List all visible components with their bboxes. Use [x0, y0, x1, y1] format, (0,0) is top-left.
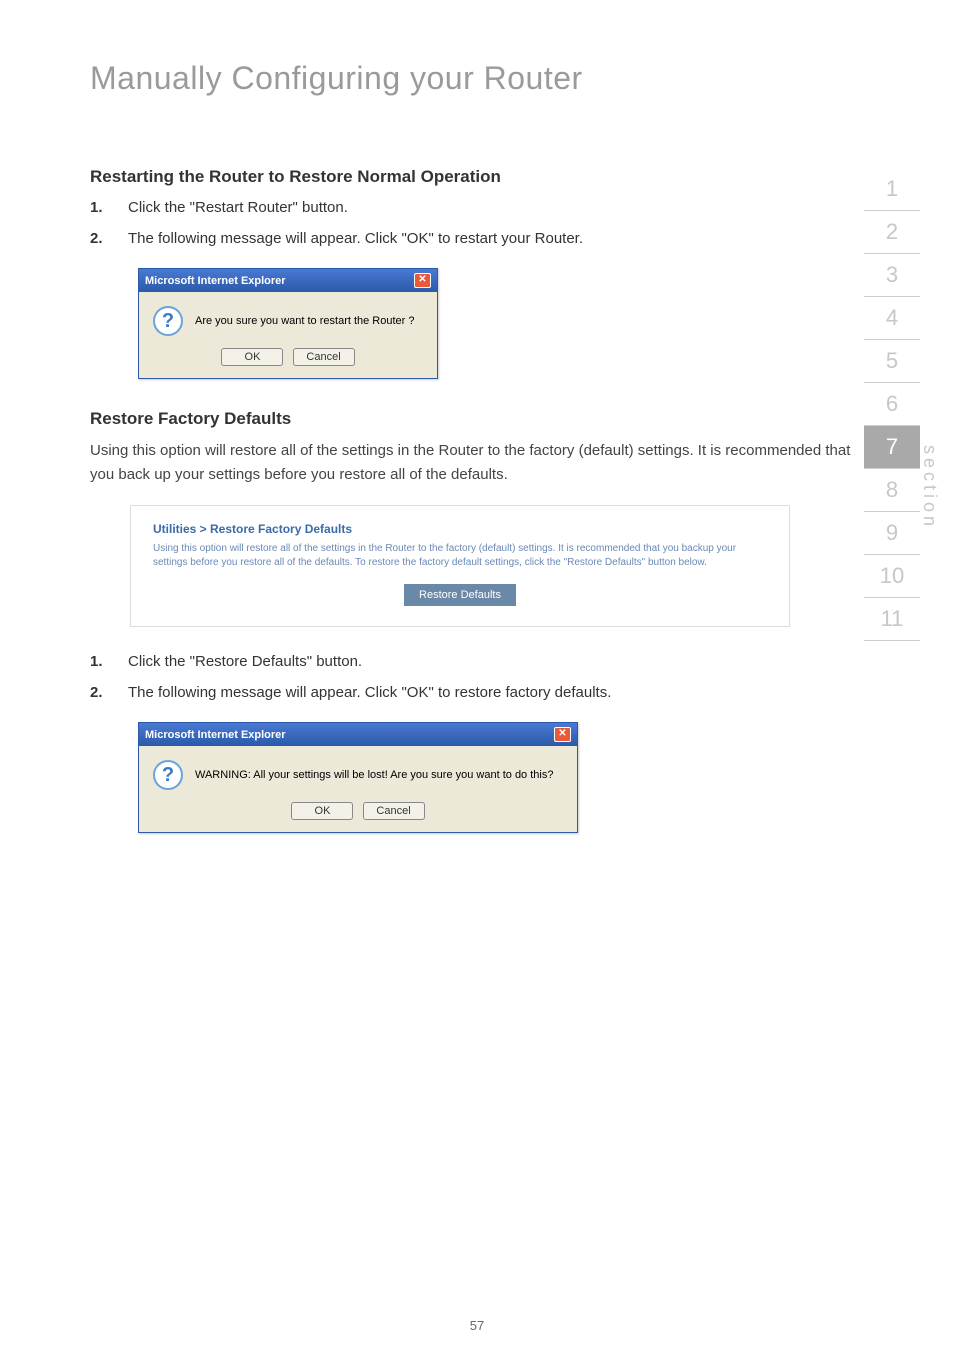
panel-title: Utilities > Restore Factory Defaults [153, 522, 767, 536]
section-nav-item-10[interactable]: 10 [864, 555, 920, 598]
dialog-title: Microsoft Internet Explorer [145, 275, 286, 287]
ok-button[interactable]: OK [221, 348, 283, 366]
section-nav-item-3[interactable]: 3 [864, 254, 920, 297]
section-label: section [919, 445, 940, 530]
dialog-titlebar: Microsoft Internet Explorer ✕ [139, 723, 577, 746]
restore-body-text: Using this option will restore all of th… [90, 439, 864, 487]
section-nav: 1234567891011 [864, 168, 920, 641]
restart-step-1: 1. Click the "Restart Router" button. [90, 197, 864, 220]
dialog-message: Are you sure you want to restart the Rou… [195, 315, 415, 327]
section-nav-item-7[interactable]: 7 [864, 426, 920, 469]
section-nav-item-5[interactable]: 5 [864, 340, 920, 383]
section-nav-item-2[interactable]: 2 [864, 211, 920, 254]
dialog-message: WARNING: All your settings will be lost!… [195, 769, 553, 781]
restore-defaults-panel: Utilities > Restore Factory Defaults Usi… [130, 505, 790, 627]
question-icon: ? [153, 306, 183, 336]
question-icon: ? [153, 760, 183, 790]
restore-step-2: 2. The following message will appear. Cl… [90, 682, 864, 705]
restore-heading: Restore Factory Defaults [90, 409, 864, 429]
dialog-titlebar: Microsoft Internet Explorer ✕ [139, 269, 437, 292]
restart-heading: Restarting the Router to Restore Normal … [90, 167, 864, 187]
restart-confirm-dialog: Microsoft Internet Explorer ✕ ? Are you … [138, 268, 438, 379]
restore-defaults-button[interactable]: Restore Defaults [404, 584, 516, 606]
step-number: 1. [90, 651, 128, 674]
step-number: 2. [90, 682, 128, 705]
step-number: 1. [90, 197, 128, 220]
page-number: 57 [0, 1318, 954, 1333]
section-nav-item-6[interactable]: 6 [864, 383, 920, 426]
restore-step-1: 1. Click the "Restore Defaults" button. [90, 651, 864, 674]
close-icon[interactable]: ✕ [554, 727, 571, 742]
restore-confirm-dialog: Microsoft Internet Explorer ✕ ? WARNING:… [138, 722, 578, 833]
step-text: Click the "Restore Defaults" button. [128, 651, 864, 674]
section-nav-item-9[interactable]: 9 [864, 512, 920, 555]
step-number: 2. [90, 228, 128, 251]
ok-button[interactable]: OK [291, 802, 353, 820]
step-text: Click the "Restart Router" button. [128, 197, 864, 220]
panel-description: Using this option will restore all of th… [153, 542, 767, 570]
close-icon[interactable]: ✕ [414, 273, 431, 288]
section-nav-item-4[interactable]: 4 [864, 297, 920, 340]
section-nav-item-11[interactable]: 11 [864, 598, 920, 641]
step-text: The following message will appear. Click… [128, 682, 864, 705]
step-text: The following message will appear. Click… [128, 228, 864, 251]
dialog-title: Microsoft Internet Explorer [145, 729, 286, 741]
section-nav-item-1[interactable]: 1 [864, 168, 920, 211]
section-nav-item-8[interactable]: 8 [864, 469, 920, 512]
page-title: Manually Configuring your Router [90, 60, 864, 97]
restart-step-2: 2. The following message will appear. Cl… [90, 228, 864, 251]
cancel-button[interactable]: Cancel [293, 348, 355, 366]
cancel-button[interactable]: Cancel [363, 802, 425, 820]
